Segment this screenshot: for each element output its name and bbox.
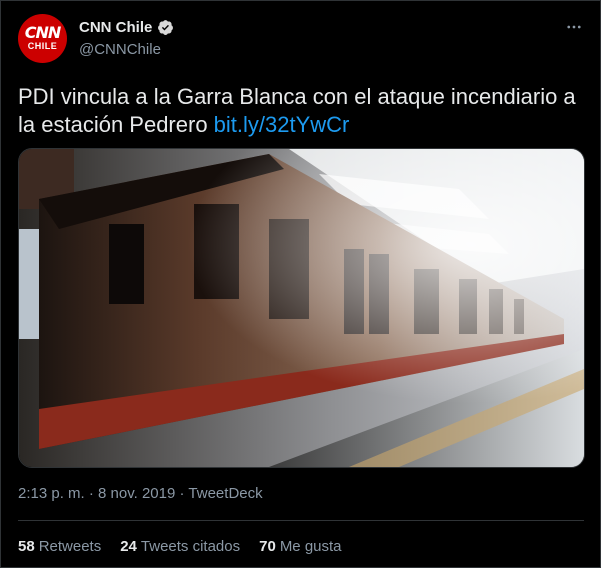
quote-tweets-label: Tweets citados — [140, 538, 241, 555]
avatar-logo-cnn: CNN — [24, 23, 62, 42]
quote-tweets-stat[interactable]: 24 Tweets citados — [120, 538, 240, 555]
tweet-source[interactable]: TweetDeck — [188, 485, 262, 502]
tweet-time[interactable]: 2:13 p. m. — [18, 485, 85, 502]
engagement-stats: 58 Retweets 24 Tweets citados 70 Me gusta — [18, 538, 361, 555]
tweet-card: CNN CHILE CNN Chile @CNNChile PDI vincul… — [0, 0, 601, 568]
tweet-date[interactable]: 8 nov. 2019 — [98, 485, 175, 502]
tweet-link[interactable]: bit.ly/32tYwCr — [214, 112, 350, 137]
avatar[interactable]: CNN CHILE — [18, 14, 67, 63]
tweet-text: PDI vincula a la Garra Blanca con el ata… — [18, 83, 588, 139]
more-options-icon[interactable] — [564, 17, 584, 37]
divider — [18, 520, 584, 521]
retweets-stat[interactable]: 58 Retweets — [18, 538, 101, 555]
burned-train-photo — [19, 149, 584, 467]
retweets-count: 58 — [18, 538, 35, 555]
account-handle[interactable]: @CNNChile — [79, 41, 161, 58]
tweet-timestamp: 2:13 p. m. · 8 nov. 2019 · TweetDeck — [18, 485, 263, 502]
tweet-media-photo[interactable] — [18, 148, 585, 468]
retweets-label: Retweets — [38, 538, 102, 555]
likes-count: 70 — [259, 538, 276, 555]
timestamp-separator: · — [88, 485, 99, 502]
likes-label: Me gusta — [279, 538, 342, 555]
display-name[interactable]: CNN Chile — [79, 19, 152, 36]
avatar-logo-chile: CHILE — [27, 41, 58, 51]
quote-tweets-count: 24 — [120, 538, 137, 555]
author-name-row: CNN Chile — [79, 19, 174, 36]
verified-badge-icon — [158, 20, 174, 35]
likes-stat[interactable]: 70 Me gusta — [259, 538, 341, 555]
